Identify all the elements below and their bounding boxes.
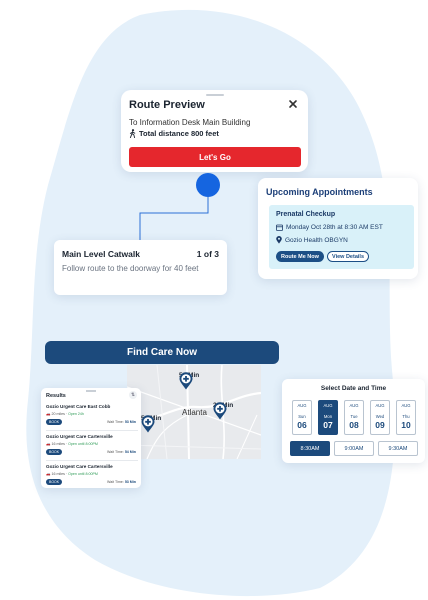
result-wait: Wait Time: 54 Min [107,450,136,454]
route-distance: Total distance 800 feet [129,129,219,138]
route-preview-card: Route Preview To Information Desk Main B… [121,90,308,172]
step-count: 1 of 3 [196,249,219,259]
appointment-location: Gozio Health OBGYN [285,236,348,244]
care-map[interactable]: Atlanta 53 Min 20 Min 54 Min [127,365,261,459]
result-meta: 🚗 20 miles · Open 24h [46,412,84,416]
date-month: AUG [323,403,333,408]
result-name: Gozio Urgent Care Cartersville [46,434,113,439]
appointment-location-row: Gozio Health OBGYN [276,236,348,244]
map-pin-icon [213,402,227,420]
current-location-marker [196,173,220,197]
book-button[interactable]: BOOK [46,479,63,485]
date-number: 08 [349,420,359,430]
result-item[interactable]: Gozio Urgent Care East Cobb 🚗 20 miles ·… [46,404,138,432]
date-month: AUG [349,403,359,408]
result-wait: Wait Time: 53 Min [107,480,136,484]
result-status: Open until 8:00PM [68,442,98,446]
result-distance: 20 miles [51,412,65,416]
appointment-datetime-row: Monday Oct 28th at 8:30 AM EST [276,224,383,231]
date-weekday: Wed [375,414,385,419]
date-picker-title: Select Date and Time [320,385,387,392]
route-me-now-button[interactable]: Route Me Now [276,251,324,262]
result-meta: 🚗 16 miles · Open until 8:00PM [46,442,98,446]
date-weekday: Tue [350,414,358,419]
route-step-card: Main Level Catwalk 1 of 3 Follow route t… [54,240,227,295]
walking-icon [129,129,136,138]
date-time-picker: Select Date and Time AUG Sun 06 AUG Mon … [282,379,425,463]
route-destination: To Information Desk Main Building [129,118,251,127]
upcoming-appointments-card: Upcoming Appointments Prenatal Checkup M… [258,178,418,279]
date-option[interactable]: AUG Thu 10 [396,400,416,435]
step-description: Follow route to the doorway for 40 feet [62,264,199,273]
results-panel: Results ⇅ Gozio Urgent Care East Cobb 🚗 … [41,388,141,488]
result-distance: 16 miles [51,442,65,446]
date-number: 06 [297,420,307,430]
result-name: Gozio Urgent Care Cartersville [46,464,113,469]
route-distance-text: Total distance 800 feet [139,129,219,138]
date-month: AUG [401,403,411,408]
book-button[interactable]: BOOK [46,449,63,455]
wait-time: 53 Min [124,480,136,484]
date-option-selected[interactable]: AUG Mon 07 [318,400,338,435]
date-option[interactable]: AUG Sun 06 [292,400,312,435]
date-weekday: Sun [298,414,306,419]
find-care-now-button[interactable]: Find Care Now [45,341,279,364]
map-pin-3[interactable]: 54 Min [141,415,161,433]
sort-icon[interactable]: ⇅ [129,391,137,399]
map-pin-2[interactable]: 20 Min [213,402,233,420]
result-wait: Wait Time: 53 Min [107,420,136,424]
result-item[interactable]: Gozio Urgent Care Cartersville 🚗 16 mile… [46,434,138,462]
calendar-icon [276,224,283,231]
appointments-title: Upcoming Appointments [266,187,373,197]
appointment-name: Prenatal Checkup [276,211,336,218]
location-pin-icon [276,236,282,244]
date-option[interactable]: AUG Tue 08 [344,400,364,435]
drag-handle[interactable] [206,94,224,96]
results-title: Results [46,393,66,399]
divider [46,460,138,461]
date-weekday: Mon [323,414,333,419]
date-option[interactable]: AUG Wed 09 [370,400,390,435]
date-number: 07 [323,420,333,430]
date-number: 10 [401,420,411,430]
car-icon: 🚗 [46,442,51,446]
wait-label: Wait Time: [106,480,124,484]
time-slot[interactable]: 9:30AM [378,441,418,456]
date-month: AUG [297,403,307,408]
map-pin-icon [179,372,193,390]
date-weekday: Thu [402,414,410,419]
wait-label: Wait Time: [106,420,124,424]
appointment-item[interactable]: Prenatal Checkup Monday Oct 28th at 8:30… [269,205,414,269]
result-name: Gozio Urgent Care East Cobb [46,404,111,409]
step-title: Main Level Catwalk [62,249,140,259]
date-month: AUG [375,403,385,408]
result-status: Open until 8:00PM [68,472,98,476]
time-slot-selected[interactable]: 8:30AM [290,441,330,456]
car-icon: 🚗 [46,412,51,416]
wait-label: Wait Time: [106,450,124,454]
view-details-button[interactable]: View Details [327,251,369,262]
route-preview-title: Route Preview [129,99,205,111]
close-icon[interactable] [286,97,300,111]
wait-time: 54 Min [124,450,136,454]
car-icon: 🚗 [46,472,51,476]
appointment-datetime: Monday Oct 28th at 8:30 AM EST [286,224,383,231]
drag-handle[interactable] [86,390,96,392]
map-pin-icon [141,415,155,433]
time-slot[interactable]: 9:00AM [334,441,374,456]
date-number: 09 [375,420,385,430]
wait-time: 53 Min [124,420,136,424]
result-distance: 16 miles [51,472,65,476]
result-status: Open 24h [68,412,84,416]
lets-go-button[interactable]: Let's Go [129,147,301,167]
map-pin-1[interactable]: 53 Min [179,372,199,390]
result-item[interactable]: Gozio Urgent Care Cartersville 🚗 16 mile… [46,464,138,492]
map-city-label: Atlanta [182,408,207,417]
result-meta: 🚗 16 miles · Open until 8:00PM [46,472,98,476]
book-button[interactable]: BOOK [46,419,63,425]
divider [46,430,138,431]
